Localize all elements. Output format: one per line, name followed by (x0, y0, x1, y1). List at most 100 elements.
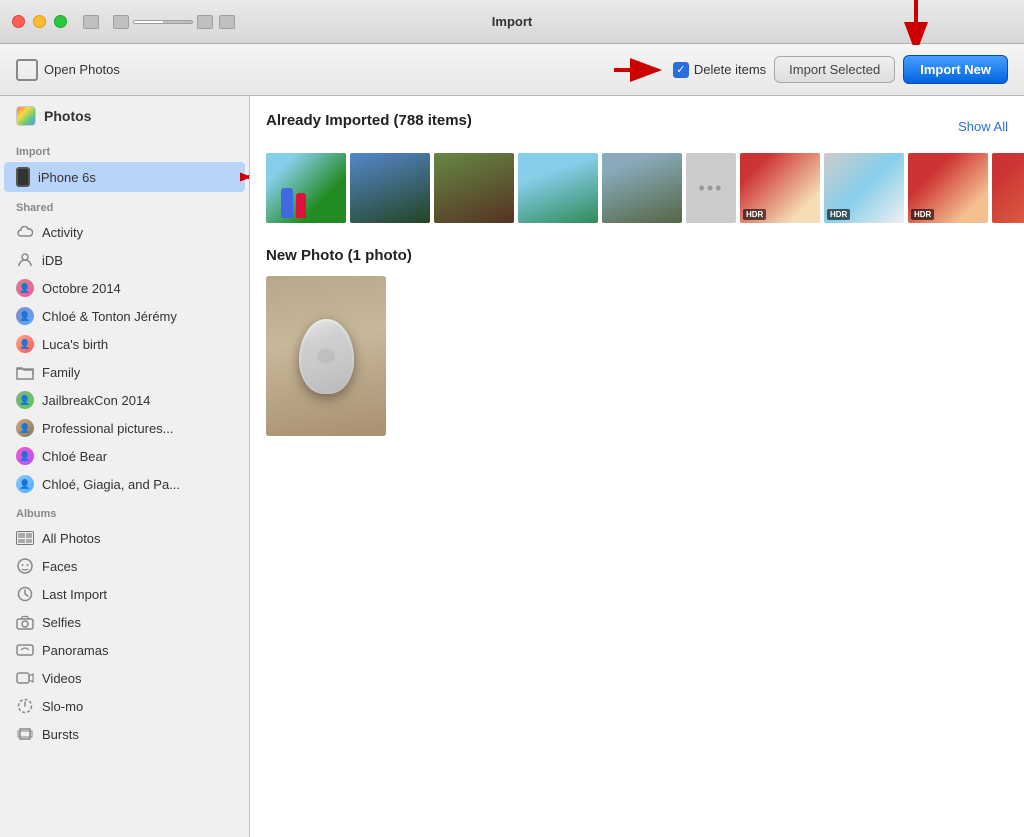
selfies-label: Selfies (42, 615, 81, 630)
jailbreakcon-label: JailbreakCon 2014 (42, 393, 150, 408)
slomo-label: Slo-mo (42, 699, 83, 714)
last-import-label: Last Import (42, 587, 107, 602)
sidebar-section-import: Import (0, 136, 249, 162)
videos-label: Videos (42, 671, 82, 686)
thumbnails-icon (16, 529, 34, 547)
import-new-button[interactable]: Import New (903, 55, 1008, 84)
imported-photo-4[interactable] (518, 153, 598, 223)
sidebar-item-professional[interactable]: 👤 Professional pictures... (0, 414, 249, 442)
new-photo-container (266, 276, 1008, 436)
sidebar-item-octobre[interactable]: 👤 Octobre 2014 (0, 274, 249, 302)
sidebar-item-all-photos[interactable]: All Photos (0, 524, 249, 552)
all-photos-label: All Photos (42, 531, 101, 546)
person-icon-professional: 👤 (16, 419, 34, 437)
photos-main-icon (16, 106, 36, 126)
camera-icon (16, 613, 34, 631)
already-imported-title: Already Imported (788 items) (266, 112, 472, 129)
sidebar-item-last-import[interactable]: Last Import (0, 580, 249, 608)
sidebar-item-iphone[interactable]: iPhone 6s (4, 162, 245, 192)
person-icon-chloe-tonton: 👤 (16, 307, 34, 325)
professional-label: Professional pictures... (42, 421, 174, 436)
sidebar-item-bursts[interactable]: Bursts (0, 720, 249, 748)
imported-photo-6[interactable]: HDR (740, 153, 820, 223)
activity-label: Activity (42, 225, 83, 240)
title-bar: Import (0, 0, 1024, 44)
sidebar-item-videos[interactable]: Videos (0, 664, 249, 692)
sidebar-item-chloe-bear[interactable]: 👤 Chloé Bear (0, 442, 249, 470)
folder-icon-family (16, 363, 34, 381)
window-title: Import (492, 14, 532, 29)
delete-items-checkbox[interactable]: ✓ (673, 62, 689, 78)
show-all-button[interactable]: Show All (958, 119, 1008, 134)
slider-control (113, 15, 213, 29)
clock-icon (16, 585, 34, 603)
already-imported-strip: ••• HDR HDR HDR ▶ (266, 153, 1008, 223)
sidebar-item-slomo[interactable]: Slo-mo (0, 692, 249, 720)
burst-icon (16, 725, 34, 743)
sidebar-item-panoramas[interactable]: Panoramas (0, 636, 249, 664)
new-photo-magic-mouse[interactable] (266, 276, 386, 436)
annotation-arrow-right (610, 55, 665, 85)
toolbar-right: ✓ Delete items Import Selected Import Ne… (610, 55, 1008, 85)
open-photos-button[interactable]: Open Photos (16, 59, 120, 81)
imported-photo-5[interactable] (602, 153, 682, 223)
next-button[interactable] (197, 15, 213, 29)
sidebar-section-albums: Albums (0, 498, 249, 524)
sidebar-item-activity[interactable]: Activity (0, 218, 249, 246)
person-icon-chloe-giagia: 👤 (16, 475, 34, 493)
video-icon (16, 669, 34, 687)
sidebar-toggle[interactable] (83, 15, 99, 29)
iphone-icon (16, 167, 30, 187)
toolbar: Open Photos ✓ Delete items Import Select… (0, 44, 1024, 96)
import-selected-button[interactable]: Import Selected (774, 56, 895, 83)
new-photo-title: New Photo (1 photo) (266, 247, 1008, 264)
sidebar-item-faces[interactable]: Faces (0, 552, 249, 580)
close-button[interactable] (12, 15, 25, 28)
sidebar-item-chloe-giagia[interactable]: 👤 Chloé, Giagia, and Pa... (0, 470, 249, 498)
face-icon (16, 557, 34, 575)
chloe-bear-label: Chloé Bear (42, 449, 107, 464)
imported-photos-more[interactable]: ••• (686, 153, 736, 223)
sidebar-item-photos[interactable]: Photos (0, 96, 249, 136)
hdr-badge-7: HDR (827, 209, 850, 220)
bursts-label: Bursts (42, 727, 79, 742)
sidebar-section-shared: Shared (0, 192, 249, 218)
faces-label: Faces (42, 559, 77, 574)
sidebar-item-jailbreakcon[interactable]: 👤 JailbreakCon 2014 (0, 386, 249, 414)
annotation-arrow-left (240, 166, 250, 188)
already-imported-header: Already Imported (788 items) Show All (266, 112, 1008, 141)
imported-photo-7[interactable]: HDR (824, 153, 904, 223)
chloe-giagia-label: Chloé, Giagia, and Pa... (42, 477, 180, 492)
annotation-arrow-down (896, 0, 936, 45)
delete-items-label[interactable]: ✓ Delete items (673, 62, 766, 78)
imported-photo-9[interactable]: ▶ (992, 153, 1024, 223)
sidebar-item-idb[interactable]: iDB (0, 246, 249, 274)
minimize-button[interactable] (33, 15, 46, 28)
imported-photo-8[interactable]: HDR (908, 153, 988, 223)
imported-photo-2[interactable] (350, 153, 430, 223)
grid-view-button[interactable] (219, 15, 235, 29)
imported-photo-1[interactable] (266, 153, 346, 223)
prev-button[interactable] (113, 15, 129, 29)
sidebar-item-lucas-birth[interactable]: 👤 Luca's birth (0, 330, 249, 358)
lucas-birth-label: Luca's birth (42, 337, 108, 352)
hdr-badge-6: HDR (743, 209, 766, 220)
sidebar-item-family[interactable]: Family (0, 358, 249, 386)
idb-label: iDB (42, 253, 63, 268)
person-icon-octobre: 👤 (16, 279, 34, 297)
delete-items-text: Delete items (694, 62, 766, 77)
slider-track (133, 20, 193, 24)
maximize-button[interactable] (54, 15, 67, 28)
person-icon-chloe-bear: 👤 (16, 447, 34, 465)
photos-app-icon (16, 59, 38, 81)
cloud-icon (16, 223, 34, 241)
chloe-tonton-label: Chloé & Tonton Jérémy (42, 309, 177, 324)
panorama-icon (16, 641, 34, 659)
sidebar-item-selfies[interactable]: Selfies (0, 608, 249, 636)
person-icon-lucas: 👤 (16, 335, 34, 353)
sidebar-item-chloe-tonton[interactable]: 👤 Chloé & Tonton Jérémy (0, 302, 249, 330)
imported-photo-3[interactable] (434, 153, 514, 223)
photos-label: Photos (44, 108, 91, 124)
iphone-label: iPhone 6s (38, 170, 96, 185)
open-photos-label: Open Photos (44, 62, 120, 77)
